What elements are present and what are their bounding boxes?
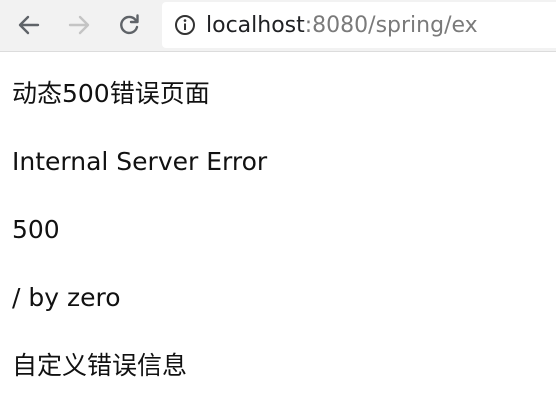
back-arrow-icon [18,15,40,35]
reload-icon [120,14,139,35]
forward-arrow-icon [68,15,90,35]
info-icon[interactable] [174,14,196,36]
reload-button[interactable] [114,10,144,40]
status-code: 500 [12,215,60,244]
url-host: localhost [206,12,305,38]
page-content: 动态500错误页面 Internal Server Error 500 / by… [0,53,556,413]
url-path: :8080/spring/ex [304,12,478,38]
exception-message: / by zero [12,283,121,312]
back-button[interactable] [14,10,44,40]
error-text: Internal Server Error [12,147,268,176]
url-text[interactable]: localhost:8080/spring/ex [206,13,478,38]
forward-button[interactable] [64,10,94,40]
page-title: 动态500错误页面 [12,79,210,108]
browser-toolbar: localhost:8080/spring/ex [0,0,556,52]
address-bar[interactable]: localhost:8080/spring/ex [162,2,556,48]
custom-message: 自定义错误信息 [12,351,188,380]
